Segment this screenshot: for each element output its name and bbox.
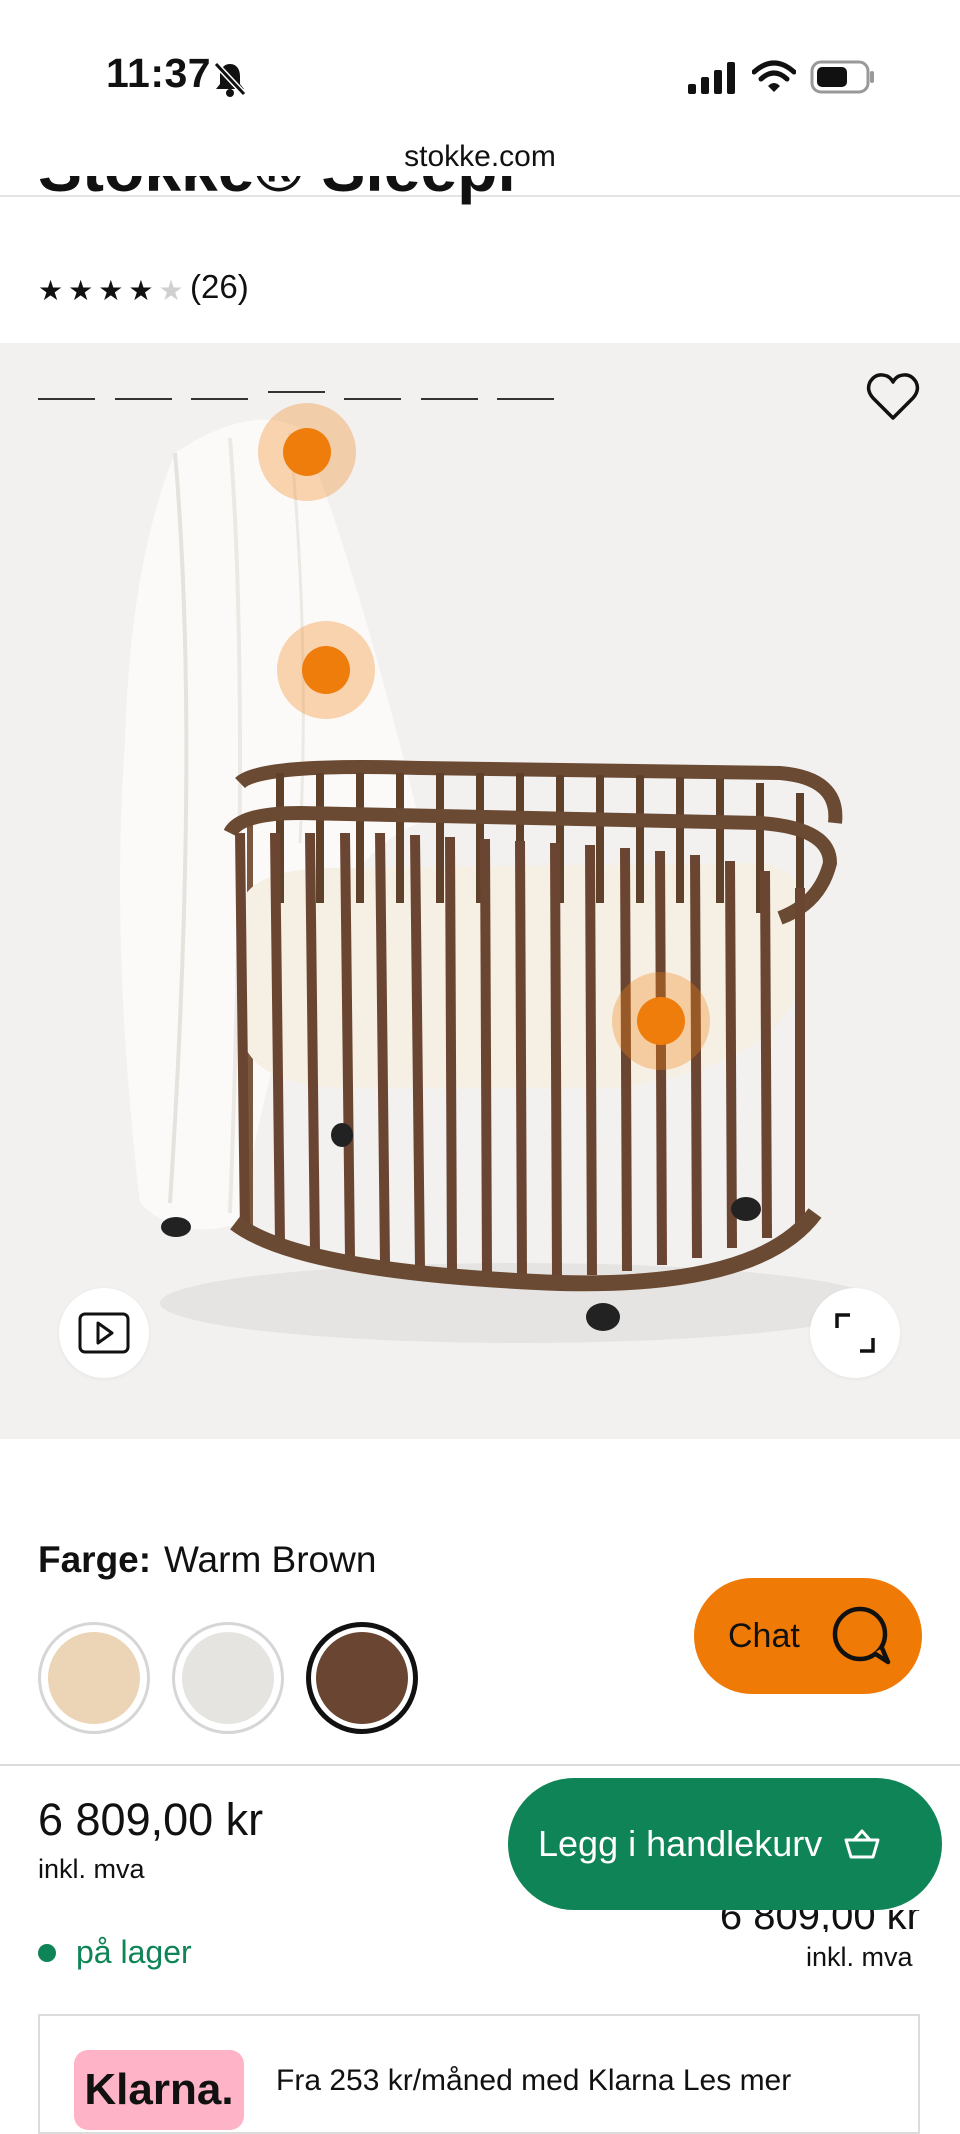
- heart-icon[interactable]: [866, 372, 920, 422]
- expand-icon: [835, 1313, 875, 1353]
- product-price: 6 809,00 kr: [38, 1794, 264, 1845]
- star-icon: ★: [128, 275, 159, 306]
- product-title-container: Stokke® Sleepi™ Seng: [38, 176, 738, 206]
- hotspot-dot: [283, 428, 331, 476]
- product-title: Stokke® Sleepi™ Seng: [38, 176, 738, 206]
- product-image-crib: [120, 419, 880, 1343]
- gallery-indicator[interactable]: [421, 398, 478, 400]
- color-swatch-white[interactable]: [172, 1622, 284, 1734]
- add-to-cart-button[interactable]: Legg i handlekurv: [508, 1778, 942, 1910]
- battery-icon: [810, 60, 874, 94]
- status-time: 11:37: [106, 50, 212, 96]
- star-icon: ★: [68, 275, 99, 306]
- chat-label: Chat: [728, 1616, 800, 1655]
- expand-image-button[interactable]: [810, 1288, 900, 1378]
- color-swatch-warm-brown[interactable]: [306, 1622, 418, 1734]
- wifi-icon: [752, 60, 796, 92]
- star-icon: ★: [38, 275, 69, 306]
- play-video-button[interactable]: [59, 1288, 149, 1378]
- chat-button[interactable]: Chat: [694, 1578, 922, 1694]
- color-label: Farge:: [38, 1539, 152, 1580]
- hotspot-dot: [302, 646, 350, 694]
- hotspot-dot: [637, 997, 685, 1045]
- chat-bubble-icon: [832, 1606, 891, 1665]
- gallery-indicator[interactable]: [497, 398, 554, 400]
- hotspot-canopy-top[interactable]: [258, 403, 356, 501]
- klarna-logo: Klarna.: [74, 2050, 244, 2130]
- swatch-fill: [48, 1632, 140, 1724]
- cellular-signal-icon: [688, 62, 735, 94]
- product-image-gallery[interactable]: [0, 343, 960, 1439]
- url-text: stokke.com: [404, 140, 556, 173]
- swatch-fill: [182, 1632, 274, 1724]
- bell-muted-icon: [213, 61, 247, 97]
- gallery-indicator[interactable]: [38, 398, 95, 400]
- review-count[interactable]: (26): [190, 268, 249, 306]
- secondary-price: 6 809,00 kr: [719, 1910, 920, 1932]
- hotspot-mattress[interactable]: [612, 972, 710, 1070]
- swatch-fill: [316, 1632, 408, 1724]
- stock-status: på lager: [76, 1934, 192, 1970]
- stock-status-dot: [38, 1944, 56, 1962]
- gallery-indicator[interactable]: [115, 398, 172, 400]
- add-to-cart-label: Legg i handlekurv: [538, 1823, 823, 1864]
- basket-icon: [844, 1829, 880, 1859]
- star-icon: ★: [98, 275, 129, 306]
- klarna-text[interactable]: Fra 253 kr/måned med Klarna Les mer: [276, 2064, 791, 2098]
- rating-stars[interactable]: ★★★★★: [38, 274, 189, 307]
- section-divider: [0, 1764, 960, 1766]
- gallery-indicator[interactable]: [344, 398, 401, 400]
- secondary-vat-note: inkl. mva: [806, 1942, 913, 1972]
- gallery-indicator-active[interactable]: [268, 391, 325, 393]
- star-empty-icon: ★: [158, 275, 189, 306]
- gallery-indicator[interactable]: [191, 398, 248, 400]
- color-selected-value: Warm Brown: [164, 1539, 377, 1580]
- play-icon: [78, 1312, 130, 1354]
- hotspot-canopy-middle[interactable]: [277, 621, 375, 719]
- color-swatch-natural[interactable]: [38, 1622, 150, 1734]
- secondary-price-container: 6 809,00 kr: [660, 1910, 920, 1932]
- vat-note: inkl. mva: [38, 1854, 145, 1884]
